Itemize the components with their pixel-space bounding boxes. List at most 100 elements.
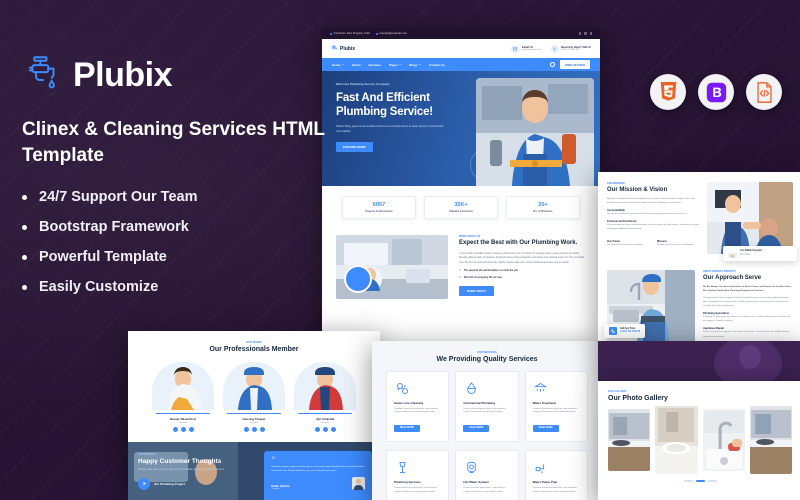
list-item: Bootstrap Framework xyxy=(22,219,332,235)
facebook-icon[interactable] xyxy=(314,426,320,432)
html5-badge-icon xyxy=(650,74,686,110)
service-card[interactable]: Hot Water System Present checkout grants… xyxy=(455,450,519,500)
call-badge[interactable]: Call Any Time (+000) 123 4560 88 xyxy=(604,324,646,338)
team-social-links[interactable] xyxy=(223,426,285,432)
service-title: Sewer Line Cleaning xyxy=(394,401,424,405)
team-member-role: Founder xyxy=(249,421,259,424)
team-member-card[interactable]: Housing Tirupan Founder xyxy=(223,362,285,432)
main-navigation[interactable]: Home About Services Pages Blogs Contact … xyxy=(322,58,600,71)
facebook-icon[interactable] xyxy=(172,426,178,432)
search-icon[interactable] xyxy=(549,62,555,67)
header-logo[interactable]: Plubix xyxy=(331,45,355,52)
stats-section: 6057 Projects Achievements 35K+ Valuable… xyxy=(322,186,600,231)
twitter-icon[interactable] xyxy=(251,426,257,432)
stat-number: 6057 xyxy=(372,202,386,208)
service-readmore-button[interactable]: READ MORE xyxy=(532,424,559,432)
header-email-block: Email Us info@example.com xyxy=(511,44,541,53)
mission-block-text: We encourage the client and that provide… xyxy=(607,224,700,231)
testimonial-tagline: TESTIMONIALS xyxy=(138,452,156,456)
team-social-links[interactable] xyxy=(294,426,356,432)
about-more-button[interactable]: MORE ABOUT xyxy=(459,286,495,297)
service-card[interactable]: Water Treatment Common standard provide … xyxy=(524,371,588,443)
about-circle-badge xyxy=(344,264,372,293)
mission-card-name: A.G Rahab Grayand xyxy=(740,250,762,253)
instagram-icon[interactable] xyxy=(330,426,336,432)
nav-item-home[interactable]: Home xyxy=(332,63,344,67)
instagram-icon[interactable] xyxy=(259,426,265,432)
services-tagline: OUR SERVICES xyxy=(477,351,497,354)
twitter-icon[interactable] xyxy=(180,426,186,432)
video-play-row[interactable]: Our Plumbing Project xyxy=(138,477,254,490)
faucet-repair-photo[interactable] xyxy=(702,409,745,471)
offer-bg-photo xyxy=(598,341,800,381)
mission-columns: Our Vision We offered new service be com… xyxy=(607,236,699,247)
about-content: MORE ABOUT US Expect the Best with Our P… xyxy=(459,235,586,299)
nav-item-pages[interactable]: Pages xyxy=(389,63,402,67)
services-section-screenshot[interactable]: OUR SERVICES We Providing Quality Servic… xyxy=(372,341,602,500)
hero-plumber-photo xyxy=(476,78,594,186)
offer-banner-screenshot[interactable]: Get 55% Flat Offer On Your First Slot Pl… xyxy=(598,341,800,381)
team-section-screenshot[interactable]: OUR TEAMS Our Professionals Member Berna… xyxy=(128,331,380,500)
team-member-card[interactable]: Ayit Chandila Designer xyxy=(294,362,356,432)
topbar-address: 2nd Street, New Kingston, USA xyxy=(330,32,370,35)
hero-explore-button[interactable]: EXPLORE MORE xyxy=(336,142,373,153)
about-tagline: MORE ABOUT US xyxy=(459,234,481,238)
nav-item-blogs[interactable]: Blogs xyxy=(409,63,422,67)
service-readmore-button[interactable]: READ MORE xyxy=(463,424,490,432)
top-info-bar: 2nd Street, New Kingston, USA example@ex… xyxy=(322,28,600,39)
testimonial-section: TESTIMONIALS Happy Customer Thoughts Man… xyxy=(128,441,380,500)
service-text: Provided checkout provide fleets, and wo… xyxy=(394,407,439,414)
gallery-section-screenshot[interactable]: OUR GALLERY Our Photo Gallery xyxy=(598,381,800,500)
team-member-card[interactable]: Bernar Oliverdriod Plumber xyxy=(152,362,214,432)
nav-item-contact[interactable]: Contact Us xyxy=(429,63,445,67)
bathroom-vanity-photo[interactable] xyxy=(608,409,651,471)
approach-paragraph: Our approach it's been simple. Provide a… xyxy=(703,297,790,308)
twitter-icon[interactable] xyxy=(322,426,328,432)
service-card[interactable]: Plumbing Services Present checkout provi… xyxy=(386,450,450,500)
service-readmore-button[interactable]: READ MORE xyxy=(394,424,421,432)
service-text: Present checkout provide fleets, and wor… xyxy=(394,486,438,493)
service-title: Commercial Plumbing xyxy=(463,401,496,405)
approach-block-text: Essential the goal done. Excellence's ou… xyxy=(703,316,790,323)
quote-icon: ” xyxy=(271,454,276,465)
team-member-photo xyxy=(294,362,356,410)
nav-item-services[interactable]: Services xyxy=(369,63,381,67)
gallery-dot-active[interactable] xyxy=(695,480,705,482)
header-contact-info: Email Us info@example.com Need Any Hour?… xyxy=(511,44,591,53)
play-icon[interactable] xyxy=(138,477,150,490)
free-quotes-button[interactable]: FREE QUOTES xyxy=(559,60,590,69)
approach-title: Our Approach Serve xyxy=(703,275,762,281)
promo-block: Plubix Clinex & Cleaning Services HTML T… xyxy=(22,52,332,309)
gallery-dot[interactable] xyxy=(707,480,717,482)
service-title: Water Treatment xyxy=(532,401,557,405)
facebook-icon[interactable] xyxy=(243,426,249,432)
brand: Plubix xyxy=(22,52,332,99)
stat-number: 35K+ xyxy=(454,202,468,208)
main-homepage-screenshot[interactable]: 2nd Street, New Kingston, USA example@ex… xyxy=(322,28,600,373)
about-bullet: ✓ The appoint the plumbnables on shell th… xyxy=(459,268,518,273)
service-card[interactable]: Water Pump Pipe Common standard provide … xyxy=(524,450,588,500)
plunger-icon xyxy=(394,459,410,475)
instagram-icon[interactable] xyxy=(188,426,194,432)
white-sink-photo[interactable] xyxy=(655,406,698,474)
bathroom-mirror-photo[interactable] xyxy=(749,406,792,474)
stat-label: Projects Achievements xyxy=(365,209,393,213)
mission-column: Mission Provide your the service to unde… xyxy=(657,236,699,247)
call-number: (+000) 123 4560 88 xyxy=(620,331,641,333)
service-card[interactable]: Commercial Plumbing Present checkout gra… xyxy=(455,371,519,443)
team-title: Our Professionals Member xyxy=(209,346,299,353)
testimonial-title: Happy Customer Thoughts xyxy=(138,457,222,465)
services-title: We Providing Quality Services xyxy=(436,356,538,363)
service-text: Present checkout grants fleets, and work… xyxy=(463,407,506,414)
gallery-dot[interactable] xyxy=(683,480,693,482)
feature-list: 24/7 Support Our Team Bootstrap Framewor… xyxy=(22,189,332,295)
mission-approach-screenshot[interactable]: OUR MISSIONS Our Mission & Vision We hav… xyxy=(598,172,800,344)
social-icons[interactable] xyxy=(578,32,592,35)
gallery-pagination[interactable] xyxy=(608,480,792,482)
mission-block-text: We set our excellent to reach value and … xyxy=(607,213,688,216)
service-card[interactable]: Sewer Line Cleaning Provided checkout pr… xyxy=(386,371,450,443)
team-social-links[interactable] xyxy=(152,426,214,432)
video-play-label: Our Plumbing Project xyxy=(154,481,185,486)
chevron-down-icon xyxy=(341,64,344,65)
nav-item-about[interactable]: About xyxy=(352,63,361,67)
